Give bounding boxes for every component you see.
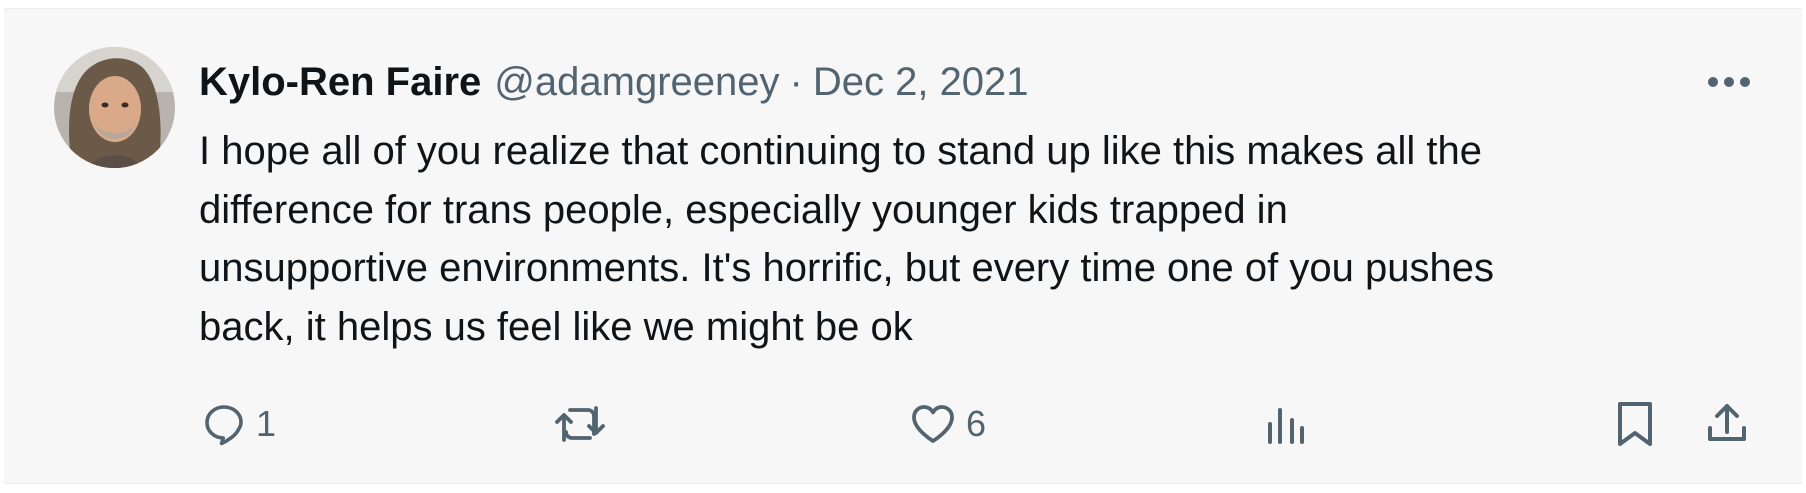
like-button[interactable]: 6 [908,389,986,459]
tweet-date[interactable]: Dec 2, 2021 [813,52,1029,112]
reply-button[interactable]: 1 [200,389,276,459]
like-count: 6 [966,403,987,444]
retweet-icon [555,406,605,442]
reply-count: 1 [256,403,277,444]
tweet-text-line: back, it helps us feel like we might be … [199,304,913,349]
bookmark-button[interactable] [1614,389,1656,459]
share-icon [1708,404,1746,441]
tweet-text: I hope all of you realize that continuin… [199,122,1779,356]
more-icon [1708,77,1750,87]
views-icon [1268,408,1304,444]
tweet-text-line: difference for trans people, especially … [199,187,1288,232]
heart-icon [912,405,954,443]
separator-dot: · [789,60,803,104]
share-button[interactable] [1704,389,1750,459]
display-name[interactable]: Kylo-Ren Faire [199,52,481,112]
bookmark-icon [1618,402,1652,446]
tweet-text-line: I hope all of you realize that continuin… [199,129,1482,173]
tweet-text-line: unsupportive environments. It's horrific… [199,246,1494,290]
views-button[interactable] [1264,389,1316,459]
reply-icon [205,405,243,446]
tweet-card[interactable]: Kylo-Ren Faire @adamgreeney · Dec 2, 202… [4,8,1802,484]
avatar[interactable] [54,47,175,168]
more-options-button[interactable] [1699,59,1759,105]
tweet-header: Kylo-Ren Faire @adamgreeney · Dec 2, 202… [199,52,1029,112]
action-bar: 1 6 [4,389,1802,459]
user-handle[interactable]: @adamgreeney [494,52,779,112]
retweet-button[interactable] [552,389,616,459]
avatar-image [54,47,175,168]
